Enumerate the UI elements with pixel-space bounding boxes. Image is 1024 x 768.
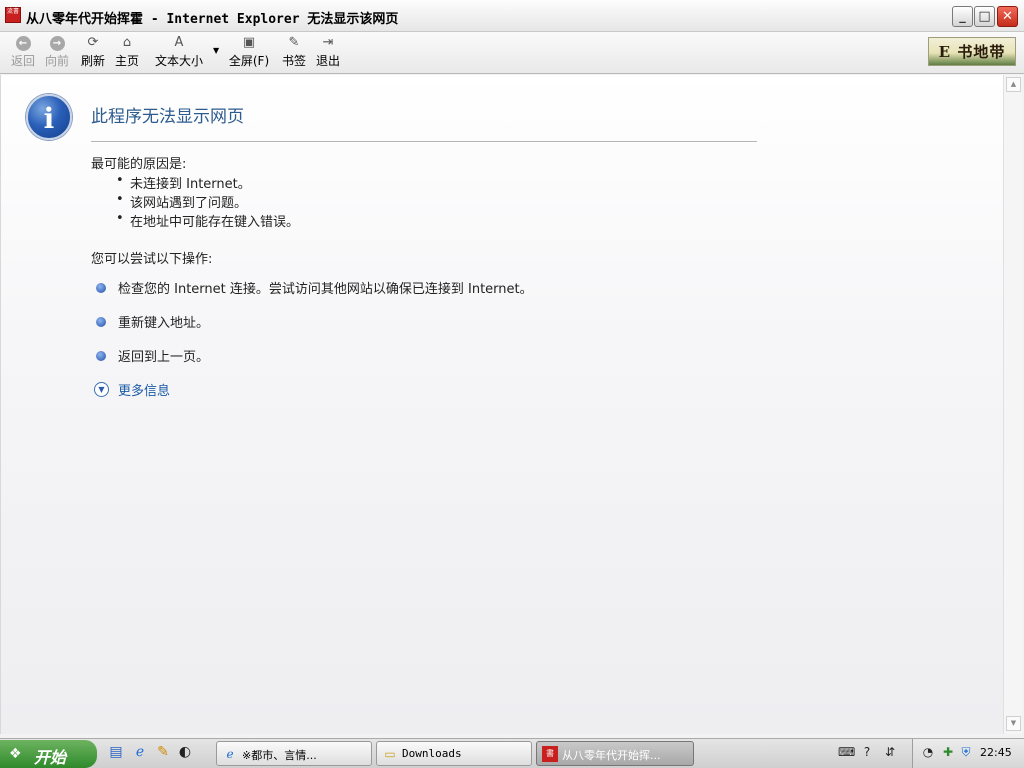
vertical-scrollbar[interactable]: ▲ ▼ xyxy=(1003,75,1022,734)
antivirus-icon[interactable]: ✚ xyxy=(940,744,956,760)
more-info-link[interactable]: 更多信息 xyxy=(118,380,170,399)
page-content: i 此程序无法显示网页 最可能的原因是: 未连接到 Internet。 该网站遇… xyxy=(0,75,1003,734)
close-button[interactable]: ✕ xyxy=(997,6,1018,27)
reason-item: 在地址中可能存在键入错误。 xyxy=(116,211,299,230)
taskbar-item-active[interactable]: 書 从八零年代开始挥... xyxy=(536,741,694,766)
expand-chevron-icon[interactable]: ▼ xyxy=(94,382,109,397)
network-icon[interactable]: ◔ xyxy=(920,744,936,760)
text-size-dropdown-icon[interactable]: ▼ xyxy=(213,46,219,55)
fullscreen-button[interactable]: ▣ 全屏(F) xyxy=(227,35,271,71)
back-arrow-icon: ← xyxy=(15,35,31,51)
clock[interactable]: 22:45 xyxy=(980,746,1012,759)
taskbar-item[interactable]: ℯ ※都市、言情... xyxy=(216,741,372,766)
media-quicklaunch-icon[interactable]: ✎ xyxy=(154,743,172,761)
ebook-brand-logo[interactable]: E 书地带 xyxy=(928,37,1016,66)
ebook-icon: 書 xyxy=(542,746,558,762)
shield-icon[interactable]: ⛨ xyxy=(958,744,974,760)
taskbar-item[interactable]: ▭ Downloads xyxy=(376,741,532,766)
exit-button[interactable]: ⇥ 退出 xyxy=(315,35,341,71)
scroll-down-icon[interactable]: ▼ xyxy=(1006,716,1021,731)
scroll-up-icon[interactable]: ▲ xyxy=(1006,77,1021,92)
windows-flag-icon: ❖ xyxy=(9,746,22,762)
forward-arrow-icon: → xyxy=(49,35,65,51)
text-size-button[interactable]: A 文本大小 xyxy=(153,35,205,71)
reasons-heading: 最可能的原因是: xyxy=(91,157,187,172)
title-bar: 流書 从八零年代开始挥霍 - Internet Explorer 无法显示该网页… xyxy=(0,0,1024,32)
bullet-icon xyxy=(96,283,106,293)
refresh-icon: ⟳ xyxy=(87,35,99,50)
forward-button[interactable]: → 向前 xyxy=(44,35,70,71)
exit-icon: ⇥ xyxy=(322,35,334,50)
window-title: 从八零年代开始挥霍 - Internet Explorer 无法显示该网页 xyxy=(26,12,399,27)
divider xyxy=(91,141,757,142)
toolbar: ← 返回 → 向前 ⟳ 刷新 ⌂ 主页 A 文本大小 ▼ ▣ 全屏(F) ✎ 书… xyxy=(0,32,1024,74)
language-bar-icon[interactable]: ⇵ xyxy=(882,744,898,760)
folder-icon: ▭ xyxy=(384,747,396,761)
reason-item: 该网站遇到了问题。 xyxy=(116,192,247,211)
bookmark-button[interactable]: ✎ 书签 xyxy=(281,35,307,71)
action-item: 检查您的 Internet 连接。尝试访问其他网站以确保已连接到 Interne… xyxy=(118,282,533,297)
info-icon: i xyxy=(26,94,72,140)
bullet-icon xyxy=(96,351,106,361)
refresh-button[interactable]: ⟳ 刷新 xyxy=(80,35,106,71)
ie-icon: ℯ xyxy=(226,747,234,761)
app-logo-icon: 流書 xyxy=(5,7,21,23)
start-button[interactable]: ❖ 开始 xyxy=(0,740,97,768)
bullet-icon xyxy=(96,317,106,327)
help-icon[interactable]: ? xyxy=(859,744,875,760)
maximize-button[interactable]: □ xyxy=(974,6,995,27)
show-desktop-icon[interactable]: ▤ xyxy=(107,743,125,761)
home-icon: ⌂ xyxy=(122,35,132,50)
reason-item: 未连接到 Internet。 xyxy=(116,173,251,192)
action-item: 重新键入地址。 xyxy=(118,316,210,331)
bookmark-icon: ✎ xyxy=(288,35,300,50)
back-button[interactable]: ← 返回 xyxy=(10,35,36,71)
action-item: 返回到上一页。 xyxy=(118,350,210,365)
page-title: 此程序无法显示网页 xyxy=(91,107,244,127)
try-heading: 您可以尝试以下操作: xyxy=(91,252,213,267)
text-size-icon: A xyxy=(174,35,184,50)
fullscreen-icon: ▣ xyxy=(242,35,256,50)
home-button[interactable]: ⌂ 主页 xyxy=(114,35,140,71)
minimize-button[interactable]: _ xyxy=(952,6,973,27)
ie-quicklaunch-icon[interactable]: ℯ xyxy=(131,743,149,761)
keyboard-icon[interactable]: ⌨ xyxy=(838,744,855,760)
qq-penguin-icon[interactable]: ◐ xyxy=(176,743,194,761)
